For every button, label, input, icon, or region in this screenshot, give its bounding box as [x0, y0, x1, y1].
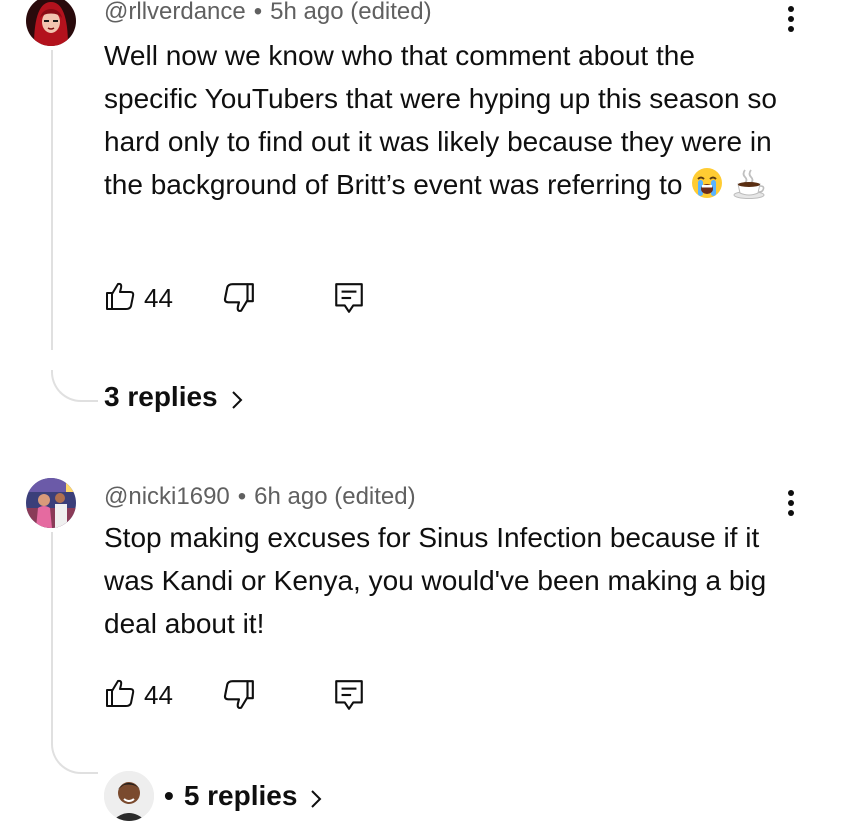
- comment-reply-icon: [332, 680, 366, 716]
- loudly-crying-face-emoji: [690, 166, 724, 200]
- thread-line: [51, 532, 53, 742]
- dislike-button[interactable]: [222, 678, 256, 712]
- comment-header: @nicki1690 • 6h ago (edited): [104, 483, 416, 511]
- reply-avatar: [104, 771, 154, 821]
- replies-row[interactable]: • 5 replies: [104, 771, 323, 821]
- comment-actions: 44: [104, 678, 404, 712]
- comment-actions: 44: [104, 281, 404, 315]
- hot-beverage-emoji: [732, 166, 766, 200]
- dislike-button[interactable]: [222, 281, 256, 315]
- thumbs-down-icon: [222, 680, 256, 716]
- thumbs-down-icon: [222, 283, 256, 319]
- thread-curve: [51, 370, 98, 402]
- comment-text: Stop making excuses for Sinus Infection …: [104, 522, 767, 639]
- reply-button[interactable]: [332, 678, 366, 712]
- replies-label: 5 replies: [183, 780, 298, 811]
- like-button[interactable]: 44: [104, 678, 173, 712]
- thread-curve: [51, 742, 98, 774]
- avatar[interactable]: [26, 478, 76, 528]
- comment-header: @rllverdance • 5h ago (edited): [104, 0, 432, 26]
- comment-text: Well now we know who that comment about …: [104, 40, 777, 200]
- separator-dot: •: [253, 0, 263, 25]
- like-button[interactable]: 44: [104, 281, 173, 315]
- avatar[interactable]: [26, 0, 76, 46]
- replies-toggle[interactable]: 5 replies: [184, 780, 324, 812]
- more-vertical-icon[interactable]: [781, 4, 801, 38]
- comment-author[interactable]: @nicki1690: [104, 483, 230, 510]
- comment-reply-icon: [332, 283, 366, 319]
- thumbs-up-icon: [104, 280, 136, 317]
- replies-label: 3 replies: [104, 381, 218, 412]
- chevron-right-icon: [309, 785, 323, 808]
- like-count: 44: [144, 282, 173, 313]
- thumbs-up-icon: [104, 677, 136, 714]
- comment-time: 5h ago (edited): [270, 0, 432, 25]
- comment-text-block: Well now we know who that comment about …: [104, 34, 794, 206]
- like-count: 44: [144, 679, 173, 710]
- separator-dot: •: [164, 780, 174, 811]
- reply-button[interactable]: [332, 281, 366, 315]
- separator-dot: •: [237, 483, 247, 510]
- comment-author[interactable]: @rllverdance: [104, 0, 246, 25]
- chevron-right-icon: [230, 386, 244, 409]
- comment-time: 6h ago (edited): [254, 483, 416, 510]
- replies-toggle[interactable]: 3 replies: [104, 381, 244, 413]
- thread-line: [51, 50, 53, 350]
